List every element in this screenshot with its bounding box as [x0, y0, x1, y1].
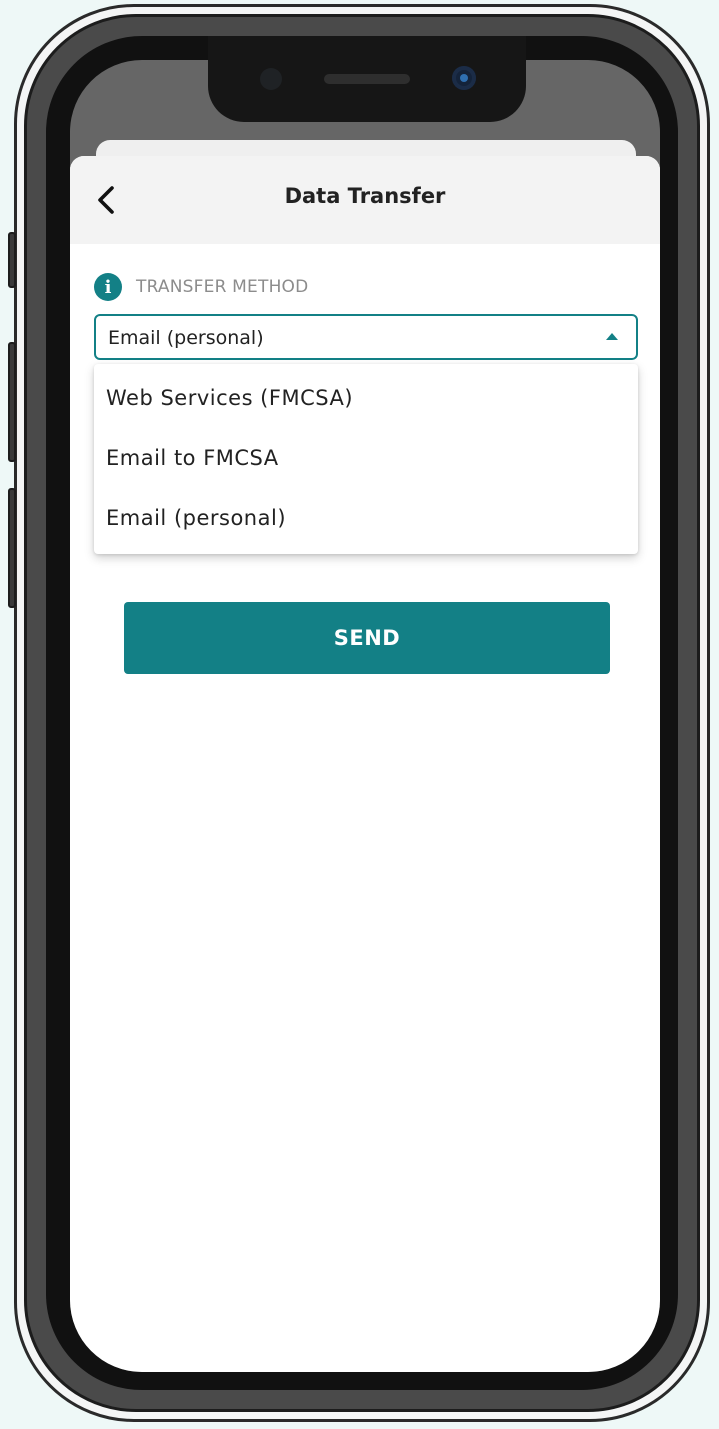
app-header: Data Transfer [70, 156, 660, 244]
front-camera [452, 66, 476, 90]
caret-up-icon [606, 333, 618, 340]
data-transfer-sheet: Data Transfer i TRANSFER METHOD Email (p… [70, 156, 660, 1372]
transfer-method-selected-value: Email (personal) [108, 327, 264, 349]
page-background: Data Transfer i TRANSFER METHOD Email (p… [0, 0, 719, 1429]
dropdown-option-email-to-fmcsa[interactable]: Email to FMCSA [106, 436, 626, 480]
phone-screen: Data Transfer i TRANSFER METHOD Email (p… [70, 60, 660, 1372]
phone-side-button-silent [8, 232, 16, 288]
transfer-method-label-row: i TRANSFER METHOD [94, 272, 308, 302]
phone-notch [208, 36, 526, 122]
transfer-method-dropdown: Web Services (FMCSA) Email to FMCSA Emai… [94, 364, 638, 554]
info-icon[interactable]: i [94, 273, 122, 301]
proximity-sensor [260, 68, 282, 90]
transfer-method-label: TRANSFER METHOD [136, 277, 309, 297]
phone-side-button-volume-down [8, 488, 16, 608]
send-button[interactable]: SEND [124, 602, 610, 674]
page-title: Data Transfer [284, 184, 446, 208]
earpiece-speaker [324, 74, 410, 84]
phone-side-button-volume-up [8, 342, 16, 462]
transfer-method-select[interactable]: Email (personal) [94, 314, 638, 360]
dropdown-option-web-services[interactable]: Web Services (FMCSA) [106, 376, 626, 420]
dropdown-option-email-personal[interactable]: Email (personal) [106, 496, 626, 540]
